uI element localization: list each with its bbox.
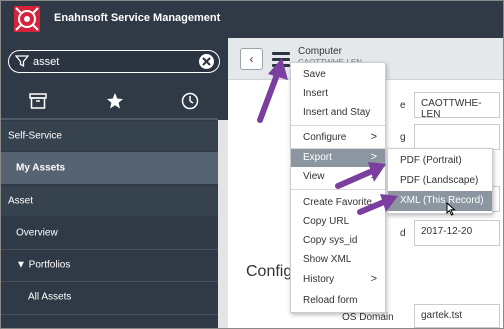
menu-item-show-xml[interactable]: Show XML bbox=[291, 251, 385, 269]
chevron-right-icon: > bbox=[370, 273, 377, 285]
sidebar-item-self-service[interactable]: Self-Service bbox=[0, 121, 218, 151]
back-button[interactable]: ‹ bbox=[240, 48, 263, 70]
menu-item-label: Insert bbox=[303, 88, 329, 99]
menu-item-view[interactable]: View > bbox=[291, 168, 385, 186]
menu-divider bbox=[291, 189, 385, 190]
menu-item-configure[interactable]: Configure > bbox=[291, 129, 385, 147]
star-icon[interactable] bbox=[106, 92, 124, 110]
menu-item-label: Export bbox=[303, 152, 332, 163]
record-title: Computer bbox=[298, 46, 342, 57]
archive-icon[interactable] bbox=[29, 92, 47, 110]
field-label-fragment: d bbox=[400, 228, 406, 239]
context-menu-icon[interactable] bbox=[272, 52, 290, 68]
navigator-tabs bbox=[0, 86, 228, 116]
sidebar-item-label: Overview bbox=[16, 227, 58, 239]
sidebar-item-label: Self-Service bbox=[8, 130, 62, 142]
chevron-right-icon: > bbox=[370, 131, 377, 143]
sidebar-item-label: My Assets bbox=[16, 162, 66, 174]
field-label-fragment: g bbox=[400, 132, 406, 143]
sidebar-item-asset[interactable]: Asset bbox=[0, 186, 218, 216]
app-header: Enahnsoft Service Management bbox=[0, 0, 504, 38]
sidebar-item-label: Asset bbox=[8, 195, 34, 207]
navigator-sidebar: Self-Service My Assets Asset Overview ▼ … bbox=[0, 38, 228, 329]
sidebar-scrollbar[interactable] bbox=[218, 120, 228, 329]
menu-item-label: View bbox=[303, 171, 325, 182]
sidebar-item-overview[interactable]: Overview bbox=[0, 218, 218, 248]
menu-item-label: Copy sys_id bbox=[303, 235, 358, 246]
menu-item-export[interactable]: Export > bbox=[291, 149, 385, 167]
submenu-item-xml-this-record[interactable]: XML (This Record) bbox=[388, 191, 492, 211]
filter-input[interactable] bbox=[33, 54, 193, 69]
menu-item-copy-sys-id[interactable]: Copy sys_id bbox=[291, 232, 385, 250]
filter-icon bbox=[15, 55, 29, 68]
sidebar-divider bbox=[0, 314, 218, 315]
menu-item-history[interactable]: History > bbox=[291, 271, 385, 289]
app-title: Enahnsoft Service Management bbox=[54, 12, 221, 24]
menu-item-copy-url[interactable]: Copy URL bbox=[291, 213, 385, 231]
submenu-item-label: PDF (Landscape) bbox=[400, 175, 479, 186]
submenu-item-pdf-portrait[interactable]: PDF (Portrait) bbox=[388, 151, 492, 171]
sidebar-item-label: ▼ Portfolios bbox=[16, 259, 71, 271]
menu-item-label: Copy URL bbox=[303, 216, 350, 227]
os-domain-label: OS Domain bbox=[342, 312, 394, 323]
menu-divider bbox=[291, 125, 385, 126]
menu-item-create-favorite[interactable]: Create Favorite bbox=[291, 194, 385, 212]
submenu-item-label: PDF (Portrait) bbox=[400, 155, 462, 166]
menu-item-label: Show XML bbox=[303, 254, 352, 265]
text-field[interactable] bbox=[414, 124, 500, 150]
chevron-right-icon: > bbox=[370, 151, 377, 163]
submenu-item-pdf-landscape[interactable]: PDF (Landscape) bbox=[388, 171, 492, 191]
logo-icon[interactable] bbox=[14, 6, 40, 32]
submenu-item-label: XML (This Record) bbox=[400, 195, 484, 206]
sidebar-item-my-assets[interactable]: My Assets bbox=[0, 152, 218, 184]
name-field[interactable]: CAOTTWHE-LEN bbox=[414, 92, 500, 120]
sidebar-item-portfolios[interactable]: ▼ Portfolios bbox=[0, 250, 218, 280]
clear-filter-icon[interactable] bbox=[198, 53, 215, 70]
menu-item-label: Save bbox=[303, 69, 326, 80]
menu-item-reload-form[interactable]: Reload form bbox=[291, 292, 385, 310]
menu-item-insert-and-stay[interactable]: Insert and Stay bbox=[291, 104, 385, 122]
menu-item-insert[interactable]: Insert bbox=[291, 85, 385, 103]
menu-item-label: Insert and Stay bbox=[303, 107, 371, 118]
history-clock-icon[interactable] bbox=[181, 92, 199, 110]
os-domain-field[interactable]: gartek.tst bbox=[414, 304, 500, 328]
field-label-fragment: e bbox=[400, 100, 406, 111]
context-menu: Save Insert Insert and Stay Configure > E… bbox=[290, 62, 386, 313]
menu-item-label: Configure bbox=[303, 132, 347, 143]
export-submenu: PDF (Portrait) PDF (Landscape) XML (This… bbox=[387, 148, 493, 214]
menu-item-save[interactable]: Save bbox=[291, 66, 385, 84]
sidebar-item-all-assets[interactable]: All Assets bbox=[0, 282, 218, 312]
sidebar-item-label: All Assets bbox=[28, 291, 72, 303]
menu-item-label: History bbox=[303, 274, 335, 285]
menu-item-label: Create Favorite bbox=[303, 197, 372, 208]
filter-box bbox=[8, 50, 220, 73]
date-field[interactable]: 2017-12-20 bbox=[414, 220, 500, 246]
chevron-right-icon: > bbox=[370, 170, 377, 182]
tab-divider bbox=[0, 118, 218, 120]
menu-item-label: Reload form bbox=[303, 295, 358, 306]
